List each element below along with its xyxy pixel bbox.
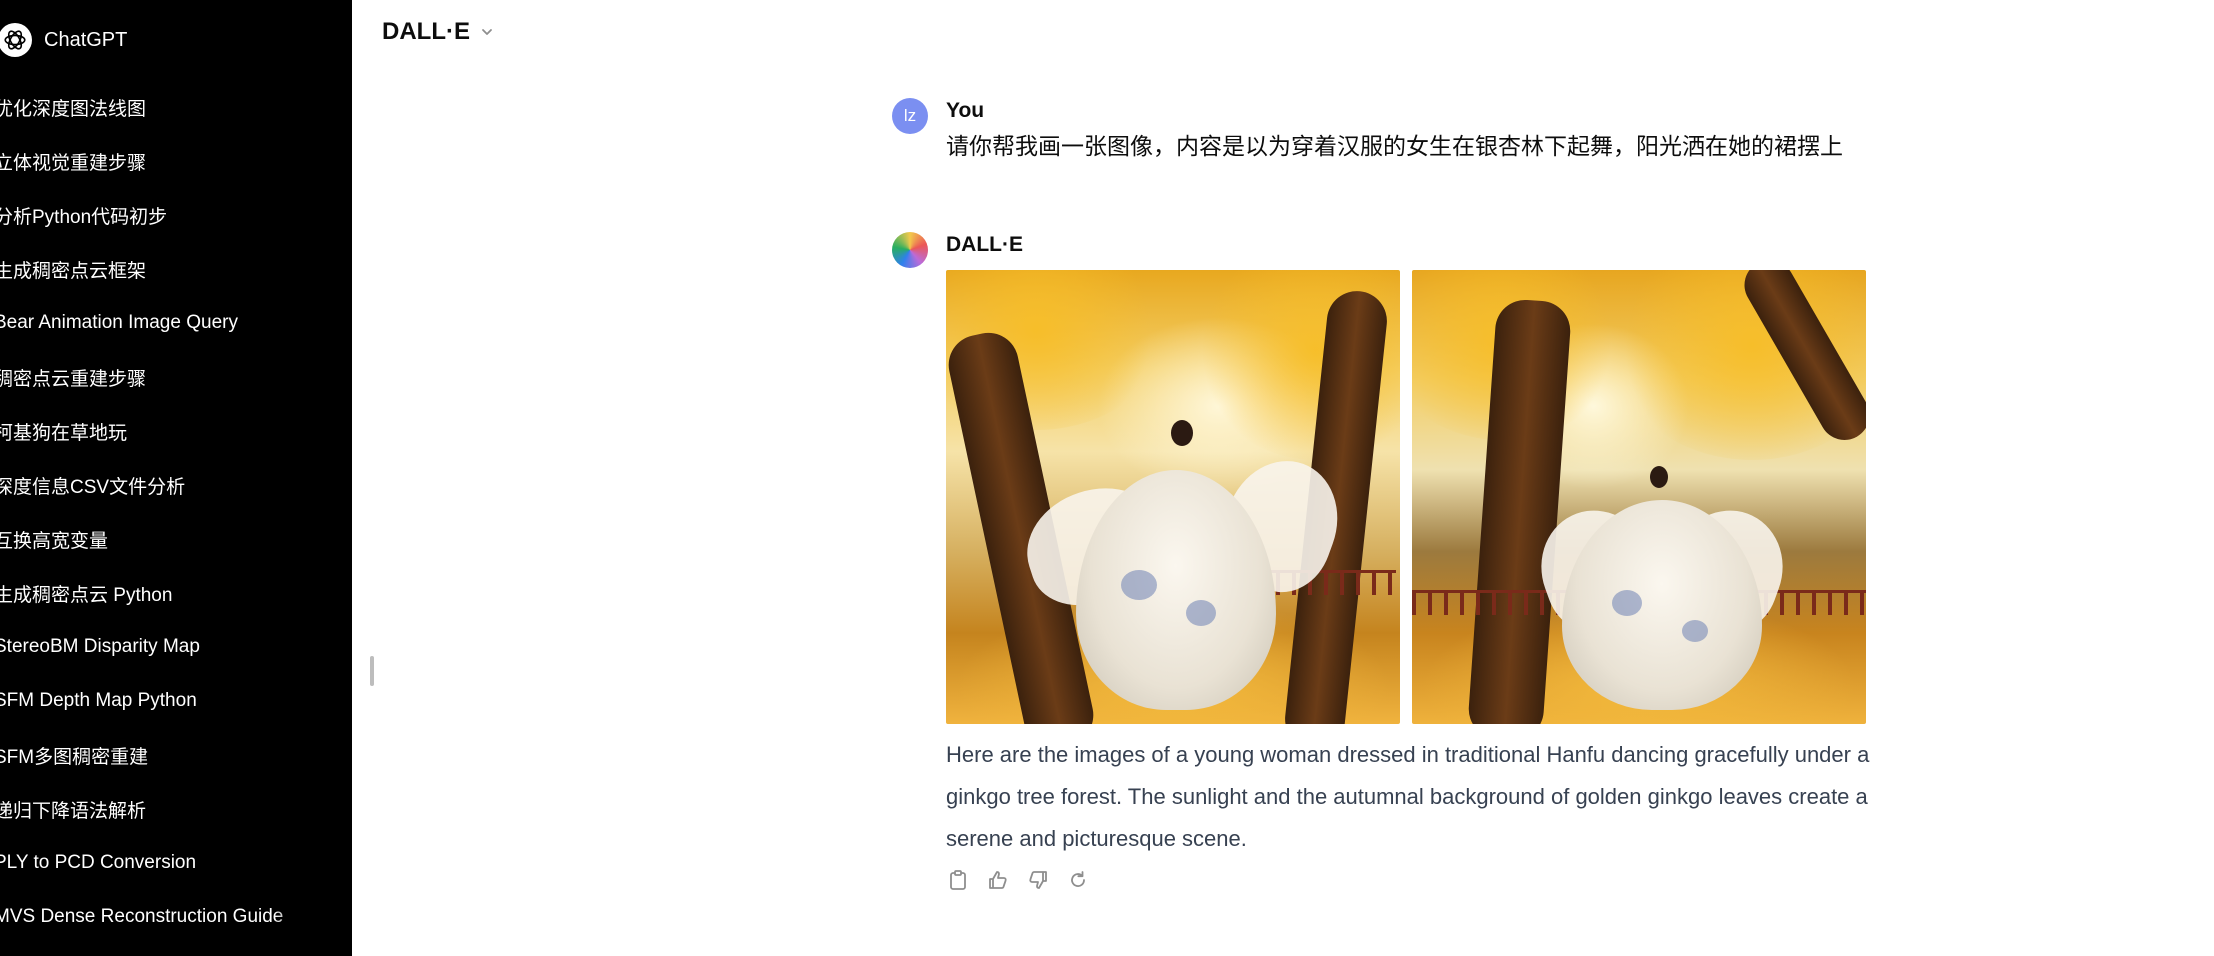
- image-dress-pattern: [1186, 600, 1216, 626]
- history-item[interactable]: SFM Depth Map Python: [0, 674, 352, 728]
- copy-icon: [950, 870, 966, 890]
- history-item-label: StereoBM Disparity Map: [0, 636, 200, 657]
- history-item-label: 稠密点云重建步骤: [0, 368, 147, 390]
- thumbs-down-icon: [1029, 871, 1047, 889]
- history-item[interactable]: Bear Animation Image Query: [0, 296, 352, 350]
- history-item[interactable]: PLY to PCD Conversion: [0, 836, 352, 890]
- generated-image[interactable]: [1412, 270, 1866, 724]
- conversation-thread: lz You 请你帮我画一张图像，内容是以为穿着汉服的女生在银杏林下起舞，阳光洒…: [892, 94, 1872, 892]
- history-item-label: 生成稠密点云框架: [0, 260, 147, 282]
- image-dress-pattern: [1612, 590, 1642, 616]
- image-dress-pattern: [1121, 570, 1157, 600]
- history-item-label: 递归下降语法解析: [0, 800, 147, 822]
- history-item[interactable]: 互换高宽变量: [0, 512, 352, 566]
- history-item[interactable]: SFM多图稠密重建: [0, 728, 352, 782]
- history-item[interactable]: 分析Python代码初步: [0, 188, 352, 242]
- user-message-text: 请你帮我画一张图像，内容是以为穿着汉服的女生在银杏林下起舞，阳光洒在她的裙摆上: [946, 133, 1843, 159]
- thumbs-up-icon: [989, 871, 1007, 889]
- assistant-message: DALL·E Here are the images of a young wo…: [892, 230, 1872, 892]
- history-item-label: 互换高宽变量: [0, 530, 109, 552]
- model-title: DALL·E: [382, 18, 470, 45]
- copy-button[interactable]: [946, 868, 970, 892]
- image-dress-pattern: [1682, 620, 1708, 642]
- dalle-avatar-icon: [892, 232, 928, 268]
- main-panel: DALL·E lz You 请你帮我画一张图像，内容是以为穿着汉服的女生在银杏林…: [352, 0, 2214, 956]
- history-item-label: 分析Python代码初步: [0, 206, 168, 228]
- message-author: DALL·E: [946, 233, 1023, 256]
- history-item-label: PLY to PCD Conversion: [0, 852, 197, 873]
- history-item-label: SFM Depth Map Python: [0, 690, 197, 711]
- history-item-label: 生成稠密点云 Python: [0, 584, 173, 606]
- sidebar-resize-handle[interactable]: [370, 656, 374, 686]
- chevron-down-icon: [480, 25, 494, 39]
- history-item-label: 柯基狗在草地玩: [0, 422, 128, 444]
- regenerate-button[interactable]: [1066, 868, 1090, 892]
- sidebar: ChatGPT 优化深度图法线图 立体视觉重建步骤 分析Python代码初步 生…: [0, 0, 352, 956]
- message-actions: [946, 868, 1872, 892]
- history-item[interactable]: 深度信息CSV文件分析: [0, 458, 352, 512]
- user-avatar: lz: [892, 98, 928, 134]
- user-message: lz You 请你帮我画一张图像，内容是以为穿着汉服的女生在银杏林下起舞，阳光洒…: [892, 96, 1872, 164]
- new-chat-brand[interactable]: ChatGPT: [0, 18, 340, 62]
- thumbs-down-button[interactable]: [1026, 868, 1050, 892]
- chat-history-list: 优化深度图法线图 立体视觉重建步骤 分析Python代码初步 生成稠密点云框架 …: [0, 80, 352, 944]
- generated-images: [946, 270, 1872, 724]
- image-dancer-head: [1650, 466, 1668, 488]
- image-dancer-head: [1171, 420, 1193, 446]
- app-window: ChatGPT 优化深度图法线图 立体视觉重建步骤 分析Python代码初步 生…: [0, 0, 2214, 956]
- message-author: You: [946, 99, 985, 122]
- thumbs-up-button[interactable]: [986, 868, 1010, 892]
- history-item-label: Bear Animation Image Query: [0, 312, 238, 333]
- history-item-label: 深度信息CSV文件分析: [0, 476, 186, 498]
- history-item[interactable]: 稠密点云重建步骤: [0, 350, 352, 404]
- history-item[interactable]: 递归下降语法解析: [0, 782, 352, 836]
- generated-image[interactable]: [946, 270, 1400, 724]
- history-item[interactable]: 优化深度图法线图: [0, 80, 352, 134]
- openai-logo-icon: [0, 23, 32, 57]
- history-item[interactable]: MVS Dense Reconstruction Guide: [0, 890, 352, 944]
- history-item[interactable]: 生成稠密点云框架: [0, 242, 352, 296]
- history-item-label: 立体视觉重建步骤: [0, 152, 147, 174]
- regenerate-icon: [1071, 871, 1085, 887]
- history-item[interactable]: 生成稠密点云 Python: [0, 566, 352, 620]
- history-item[interactable]: StereoBM Disparity Map: [0, 620, 352, 674]
- model-selector[interactable]: DALL·E: [382, 14, 494, 50]
- brand-name: ChatGPT: [44, 28, 128, 51]
- history-item-label: 优化深度图法线图: [0, 98, 147, 120]
- history-item-label: MVS Dense Reconstruction Guide: [0, 906, 284, 927]
- history-item[interactable]: 立体视觉重建步骤: [0, 134, 352, 188]
- history-item-label: SFM多图稠密重建: [0, 746, 149, 768]
- assistant-message-text: Here are the images of a young woman dre…: [946, 742, 1870, 851]
- history-item[interactable]: 柯基狗在草地玩: [0, 404, 352, 458]
